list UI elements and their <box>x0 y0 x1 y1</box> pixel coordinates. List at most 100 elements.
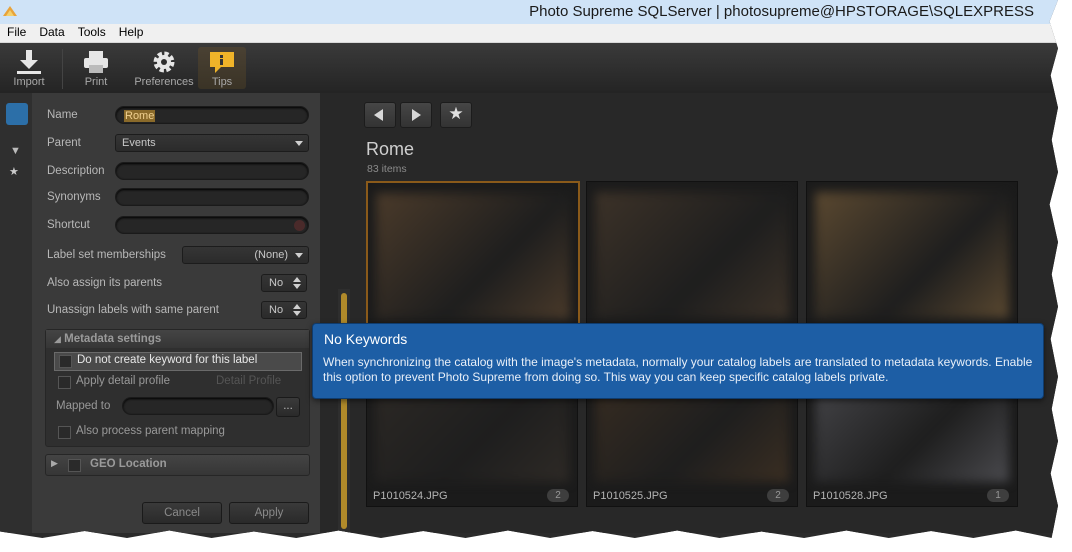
thumbnail-image <box>815 192 1009 318</box>
unassign-spinner[interactable]: No <box>261 301 307 319</box>
description-input[interactable] <box>115 162 309 180</box>
mapped-to-browse-button[interactable]: ... <box>276 397 300 417</box>
version-count-badge: 2 <box>767 489 789 502</box>
geo-location-checkbox[interactable] <box>68 459 81 472</box>
label-sets-select[interactable]: (None) <box>182 246 309 264</box>
chevron-down-icon <box>295 141 303 146</box>
download-icon <box>17 50 41 74</box>
thumbnail-filename: P1010528.JPG <box>813 490 888 502</box>
tooltip-body: When synchronizing the catalog with the … <box>323 355 1033 384</box>
toolbar-separator <box>62 49 63 89</box>
name-label: Name <box>47 109 78 121</box>
print-label: Print <box>84 76 108 88</box>
unassign-value: No <box>269 304 284 316</box>
tips-button[interactable]: Tips <box>198 47 246 89</box>
metadata-settings-header[interactable]: ◢ Metadata settings <box>46 330 309 348</box>
title-bar: Photo Supreme SQLServer | photosupreme@H… <box>0 0 1058 25</box>
no-keyword-label: Do not create keyword for this label <box>77 354 258 366</box>
metadata-settings-group: ◢ Metadata settings Do not create keywor… <box>45 329 310 447</box>
thumbnail-browser: ★ Rome 83 items P1010519.JPGP1010520.JPG… <box>320 93 1058 533</box>
cancel-button[interactable]: Cancel <box>142 502 222 524</box>
catalog-icon[interactable] <box>6 103 28 125</box>
arrow-left-icon <box>374 109 383 121</box>
app-window: Photo Supreme SQLServer | photosupreme@H… <box>0 0 1058 538</box>
synonyms-input[interactable] <box>115 188 309 206</box>
expand-icon: ▶ <box>51 458 58 468</box>
preferences-label: Preferences <box>134 76 194 88</box>
tooltip: No Keywords When synchronizing the catal… <box>312 323 1044 399</box>
parent-select[interactable]: Events <box>115 134 309 152</box>
thumbnail-image <box>595 192 789 318</box>
tree-expander[interactable]: ▼ <box>10 145 21 157</box>
gear-icon <box>153 51 175 73</box>
spin-up-icon <box>293 277 301 282</box>
back-button[interactable] <box>364 102 396 128</box>
menu-tools[interactable]: Tools <box>71 24 112 39</box>
menu-bar: File Data Tools Help <box>0 24 1058 43</box>
menu-data[interactable]: Data <box>32 24 70 39</box>
tooltip-title: No Keywords <box>324 331 408 347</box>
left-panel: ▼ ★ <box>0 93 32 533</box>
geo-location-header[interactable]: ▶ GEO Location <box>45 454 310 476</box>
apply-button[interactable]: Apply <box>229 502 309 524</box>
no-keyword-row[interactable]: Do not create keyword for this label <box>54 352 302 371</box>
spin-down-icon <box>293 311 301 316</box>
tips-speech-bubble-icon <box>210 52 234 73</box>
assign-parents-spinner[interactable]: No <box>261 274 307 292</box>
parent-value: Events <box>122 137 156 149</box>
printer-icon <box>84 51 108 73</box>
star-icon: ★ <box>448 104 464 123</box>
detail-profile-select[interactable]: Detail Profile <box>216 375 281 387</box>
unassign-label: Unassign labels with same parent <box>47 304 219 316</box>
thumbnail-filename: P1010524.JPG <box>373 490 448 502</box>
star-icon: ★ <box>9 166 19 178</box>
collection-title: Rome <box>366 139 415 159</box>
toolbar: Import Print Preferences Tips <box>0 43 1058 93</box>
window-title: Photo Supreme SQLServer | photosupreme@H… <box>529 3 1034 20</box>
assign-parents-label: Also assign its parents <box>47 277 163 289</box>
parent-mapping-checkbox[interactable] <box>58 426 71 439</box>
clear-shortcut-icon[interactable] <box>294 220 305 231</box>
menu-file[interactable]: File <box>0 24 32 39</box>
forward-button[interactable] <box>400 102 432 128</box>
name-input[interactable]: Rome <box>115 106 309 124</box>
arrow-right-icon <box>412 109 421 121</box>
mapped-to-input[interactable] <box>122 397 274 415</box>
import-label: Import <box>13 76 45 88</box>
label-edit-panel: Name Rome Parent Events Description Syno… <box>32 93 321 533</box>
app-icon <box>3 6 17 16</box>
assign-parents-value: No <box>269 277 284 289</box>
label-sets-value: (None) <box>254 249 288 261</box>
no-keyword-checkbox[interactable] <box>59 355 72 368</box>
shortcut-label: Shortcut <box>47 219 90 231</box>
chevron-down-icon <box>295 253 303 258</box>
item-count: 83 items <box>367 163 407 175</box>
preferences-button[interactable]: Preferences <box>132 47 196 88</box>
print-button[interactable]: Print <box>69 47 123 88</box>
import-button[interactable]: Import <box>2 47 56 88</box>
spin-down-icon <box>293 284 301 289</box>
name-value: Rome <box>124 110 156 122</box>
spin-up-icon <box>293 304 301 309</box>
menu-help[interactable]: Help <box>112 24 150 39</box>
version-count-badge: 1 <box>987 489 1009 502</box>
shortcut-input[interactable] <box>115 216 309 234</box>
synonyms-label: Synonyms <box>47 191 101 203</box>
parent-mapping-label: Also process parent mapping <box>76 425 225 437</box>
thumbnail-item[interactable]: P1010521.JPG <box>806 181 1018 343</box>
thumbnail-filename: P1010525.JPG <box>593 490 668 502</box>
version-count-badge: 2 <box>547 489 569 502</box>
apply-detail-label: Apply detail profile <box>76 375 170 387</box>
thumbnail-image <box>376 193 570 319</box>
parent-label: Parent <box>47 137 81 149</box>
favorite-button[interactable]: ★ <box>440 102 472 128</box>
collapse-icon: ◢ <box>54 334 61 344</box>
label-sets-label: Label set memberships <box>47 249 166 261</box>
apply-detail-checkbox[interactable] <box>58 376 71 389</box>
mapped-to-label: Mapped to <box>56 400 111 412</box>
thumbnail-item[interactable]: P1010519.JPG <box>366 181 580 345</box>
metadata-settings-title: Metadata settings <box>64 333 162 345</box>
thumbnail-item[interactable]: P1010520.JPG <box>586 181 798 343</box>
description-label: Description <box>47 165 105 177</box>
tips-label: Tips <box>211 76 233 88</box>
